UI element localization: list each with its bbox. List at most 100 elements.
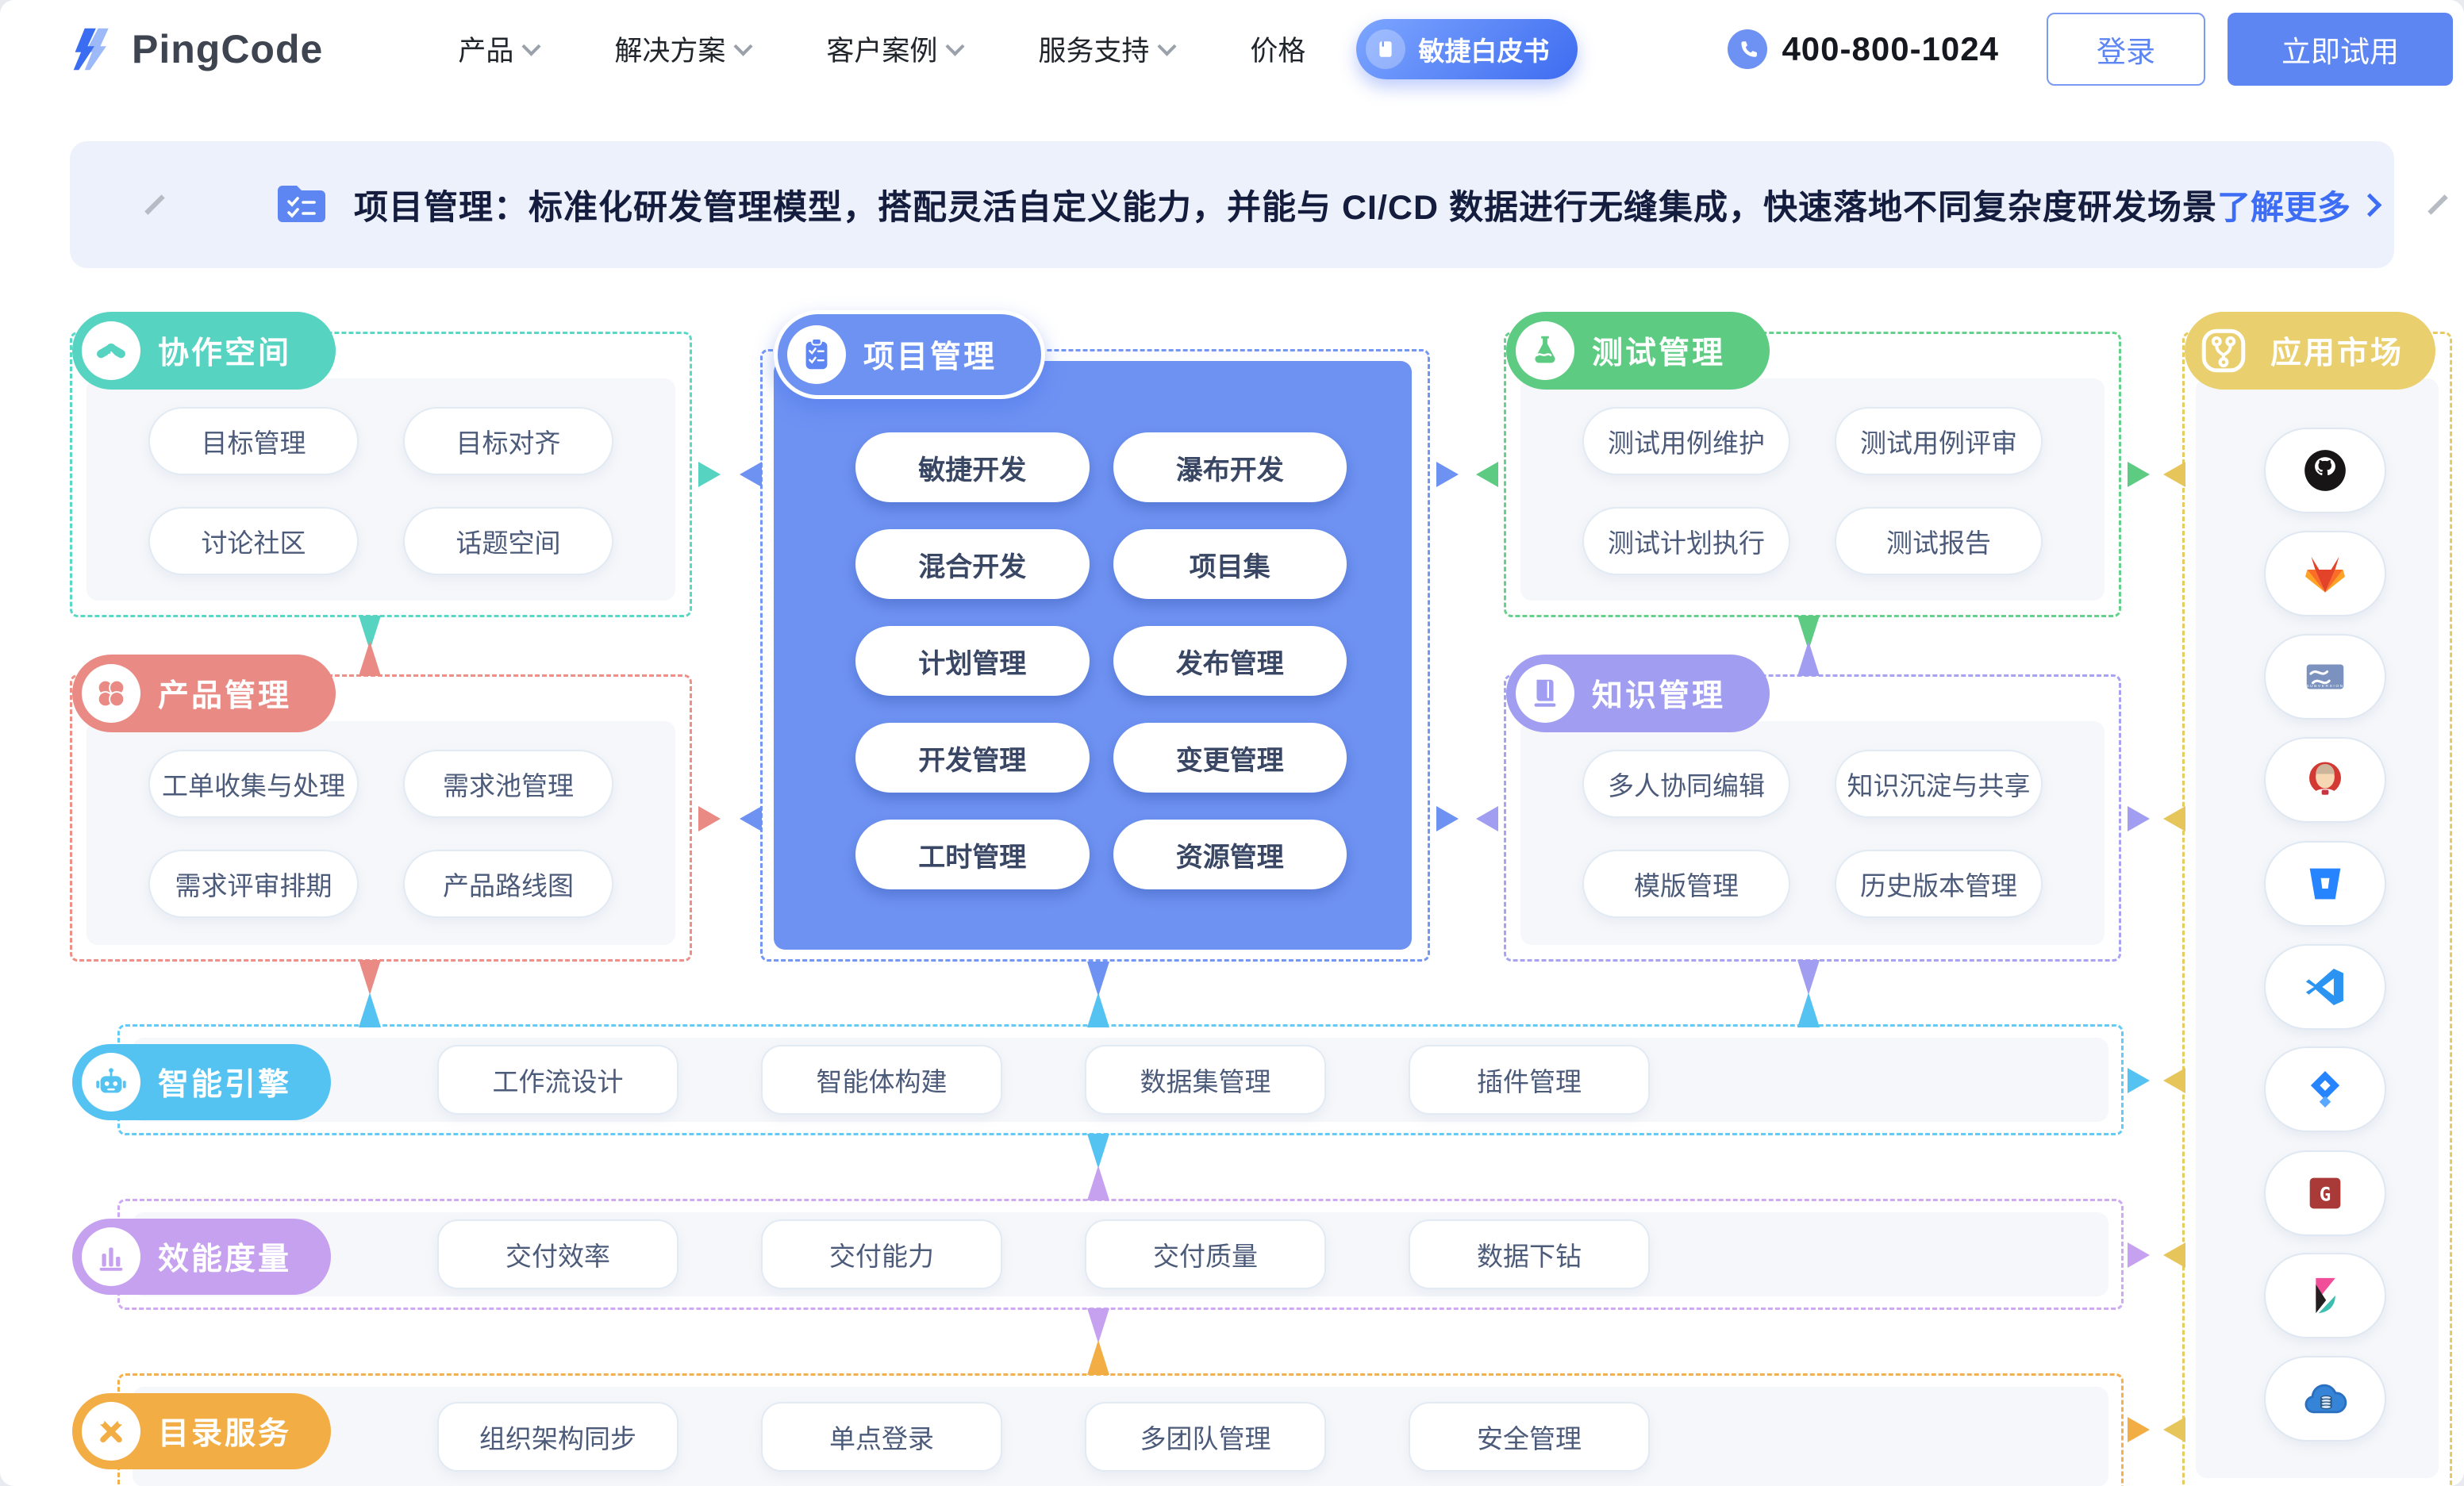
feature-chip[interactable]: 敏捷开发 xyxy=(855,432,1090,502)
feature-chip[interactable]: 测试用例维护 xyxy=(1582,407,1790,475)
feature-chip[interactable]: 项目集 xyxy=(1113,529,1347,599)
pingcode-logo[interactable]: PingCode xyxy=(70,24,323,75)
feature-chip[interactable]: 需求评审排期 xyxy=(148,850,359,918)
top-navbar: PingCode 产品 解决方案 客户案例 服务支持 价格 敏捷白皮书 400-… xyxy=(0,0,2464,98)
feature-chip[interactable]: 需求池管理 xyxy=(403,750,613,818)
robot-icon xyxy=(82,1053,140,1112)
test-features: 测试用例维护测试用例评审测试计划执行测试报告 xyxy=(1582,407,2043,575)
feature-chip[interactable]: 测试报告 xyxy=(1835,507,2043,575)
feature-chip[interactable]: 交付质量 xyxy=(1085,1219,1326,1289)
feature-chip[interactable]: 数据下钻 xyxy=(1409,1219,1650,1289)
feature-chip[interactable]: 测试计划执行 xyxy=(1582,507,1790,575)
chevron-right-icon xyxy=(2358,193,2382,217)
nav-item-support[interactable]: 服务支持 xyxy=(1038,29,1174,69)
flow-arrow xyxy=(1797,960,1820,995)
nav-item-cases[interactable]: 客户案例 xyxy=(826,29,962,69)
feature-chip[interactable]: 测试用例评审 xyxy=(1835,407,2043,475)
nav-item-products[interactable]: 产品 xyxy=(458,29,538,69)
flow-arrow xyxy=(2163,1417,2185,1442)
flow-arrow xyxy=(2163,1242,2185,1268)
whitepaper-button[interactable]: 敏捷白皮书 xyxy=(1356,19,1578,79)
jenkins-icon xyxy=(2301,756,2349,804)
feature-chip[interactable]: 知识沉淀与共享 xyxy=(1835,750,2043,818)
feature-chip[interactable]: 交付效率 xyxy=(437,1219,678,1289)
app-item-kibana[interactable] xyxy=(2264,1253,2386,1338)
learn-more-link[interactable]: 了解更多 xyxy=(2217,181,2378,229)
collab-features: 目标管理目标对齐讨论社区话题空间 xyxy=(148,407,613,575)
banner-next-arrow[interactable] xyxy=(2427,194,2447,214)
app-item-gitlab[interactable] xyxy=(2264,531,2386,616)
app-item-jira[interactable] xyxy=(2264,1046,2386,1132)
app-item-jenkins[interactable] xyxy=(2264,737,2386,823)
feature-chip[interactable]: 多人协同编辑 xyxy=(1582,750,1790,818)
knowledge-header: 知识管理 xyxy=(1506,655,1770,732)
knowledge-features: 多人协同编辑知识沉淀与共享模版管理历史版本管理 xyxy=(1582,750,2043,918)
project-features: 敏捷开发瀑布开发混合开发项目集计划管理发布管理开发管理变更管理工时管理资源管理 xyxy=(855,432,1347,889)
flow-arrow xyxy=(2128,1417,2150,1442)
feature-chip[interactable]: 变更管理 xyxy=(1113,723,1347,793)
feature-chip[interactable]: 模版管理 xyxy=(1582,850,1790,918)
flow-arrow xyxy=(698,462,721,487)
nav-item-solutions[interactable]: 解决方案 xyxy=(614,29,750,69)
feature-chip[interactable]: 瀑布开发 xyxy=(1113,432,1347,502)
feature-chip[interactable]: 数据集管理 xyxy=(1085,1045,1326,1115)
banner-text: 项目管理：标准化研发管理模型，搭配灵活自定义能力，并能与 CI/CD 数据进行无… xyxy=(354,180,2217,229)
subversion-icon: SUBVERSION xyxy=(2301,652,2350,701)
flow-arrow xyxy=(359,993,381,1027)
feature-chip[interactable]: 产品路线图 xyxy=(403,850,613,918)
flow-arrow xyxy=(740,806,762,831)
brand-name: PingCode xyxy=(132,26,323,72)
chevron-down-icon xyxy=(946,37,965,56)
app-item-github[interactable] xyxy=(2264,428,2386,513)
feature-chip[interactable]: 讨论社区 xyxy=(148,507,359,575)
vscode-icon xyxy=(2302,964,2348,1010)
git-branch-icon xyxy=(2194,321,2253,380)
directory-zone: 目录服务 组织架构同步单点登录多团队管理安全管理 xyxy=(117,1373,2124,1486)
try-now-button[interactable]: 立即试用 xyxy=(2228,13,2453,86)
flow-arrow xyxy=(1087,962,1109,996)
feature-chip[interactable]: 工单收集与处理 xyxy=(148,750,359,818)
app-item-gitee[interactable]: G xyxy=(2264,1150,2386,1236)
nav-item-pricing[interactable]: 价格 xyxy=(1250,29,1305,69)
app-item-vscode[interactable] xyxy=(2264,944,2386,1030)
metrics-zone: 效能度量 交付效率交付能力交付质量数据下钻 xyxy=(117,1199,2124,1310)
metrics-features: 交付效率 交付能力 交付质量 数据下钻 xyxy=(437,1219,1650,1289)
flow-arrow xyxy=(698,806,721,831)
flow-arrow xyxy=(1476,462,1498,487)
clipboard-check-icon xyxy=(787,325,846,384)
feature-chip[interactable]: 目标对齐 xyxy=(403,407,613,475)
login-button[interactable]: 登录 xyxy=(2047,13,2205,86)
feature-chip[interactable]: 安全管理 xyxy=(1409,1402,1650,1472)
jira-icon xyxy=(2302,1066,2348,1112)
app-item-subversion[interactable]: SUBVERSION xyxy=(2264,634,2386,720)
feature-chip[interactable]: 历史版本管理 xyxy=(1835,850,2043,918)
feature-chip[interactable]: 混合开发 xyxy=(855,529,1090,599)
app-item-bitbucket[interactable] xyxy=(2264,841,2386,927)
announcement-banner: 项目管理：标准化研发管理模型，搭配灵活自定义能力，并能与 CI/CD 数据进行无… xyxy=(70,141,2394,268)
feature-chip[interactable]: 资源管理 xyxy=(1113,820,1347,889)
feature-chip[interactable]: 目标管理 xyxy=(148,407,359,475)
feature-chip[interactable]: 工作流设计 xyxy=(437,1045,678,1115)
feature-chip[interactable]: 交付能力 xyxy=(761,1219,1002,1289)
collab-zone: 协作空间 目标管理目标对齐讨论社区话题空间 xyxy=(70,332,692,617)
feature-chip[interactable]: 开发管理 xyxy=(855,723,1090,793)
gitlab-icon xyxy=(2301,550,2349,597)
phone-icon xyxy=(1728,29,1767,69)
feature-chip[interactable]: 计划管理 xyxy=(855,626,1090,696)
banner-prev-arrow[interactable] xyxy=(144,194,164,214)
flow-arrow xyxy=(1087,993,1109,1027)
feature-chip[interactable]: 插件管理 xyxy=(1409,1045,1650,1115)
phone-contact[interactable]: 400-800-1024 xyxy=(1728,29,1999,69)
feature-chip[interactable]: 话题空间 xyxy=(403,507,613,575)
feature-chip[interactable]: 工时管理 xyxy=(855,820,1090,889)
ai-header: 智能引擎 xyxy=(72,1044,331,1120)
feature-chip[interactable]: 发布管理 xyxy=(1113,626,1347,696)
feature-chip[interactable]: 组织架构同步 xyxy=(437,1402,678,1472)
feature-chip[interactable]: 多团队管理 xyxy=(1085,1402,1326,1472)
app-item-cloud[interactable] xyxy=(2264,1356,2386,1442)
tools-icon xyxy=(82,1402,140,1461)
feature-chip[interactable]: 智能体构建 xyxy=(761,1045,1002,1115)
kibana-icon xyxy=(2303,1273,2347,1318)
book-icon xyxy=(1516,664,1574,723)
feature-chip[interactable]: 单点登录 xyxy=(761,1402,1002,1472)
